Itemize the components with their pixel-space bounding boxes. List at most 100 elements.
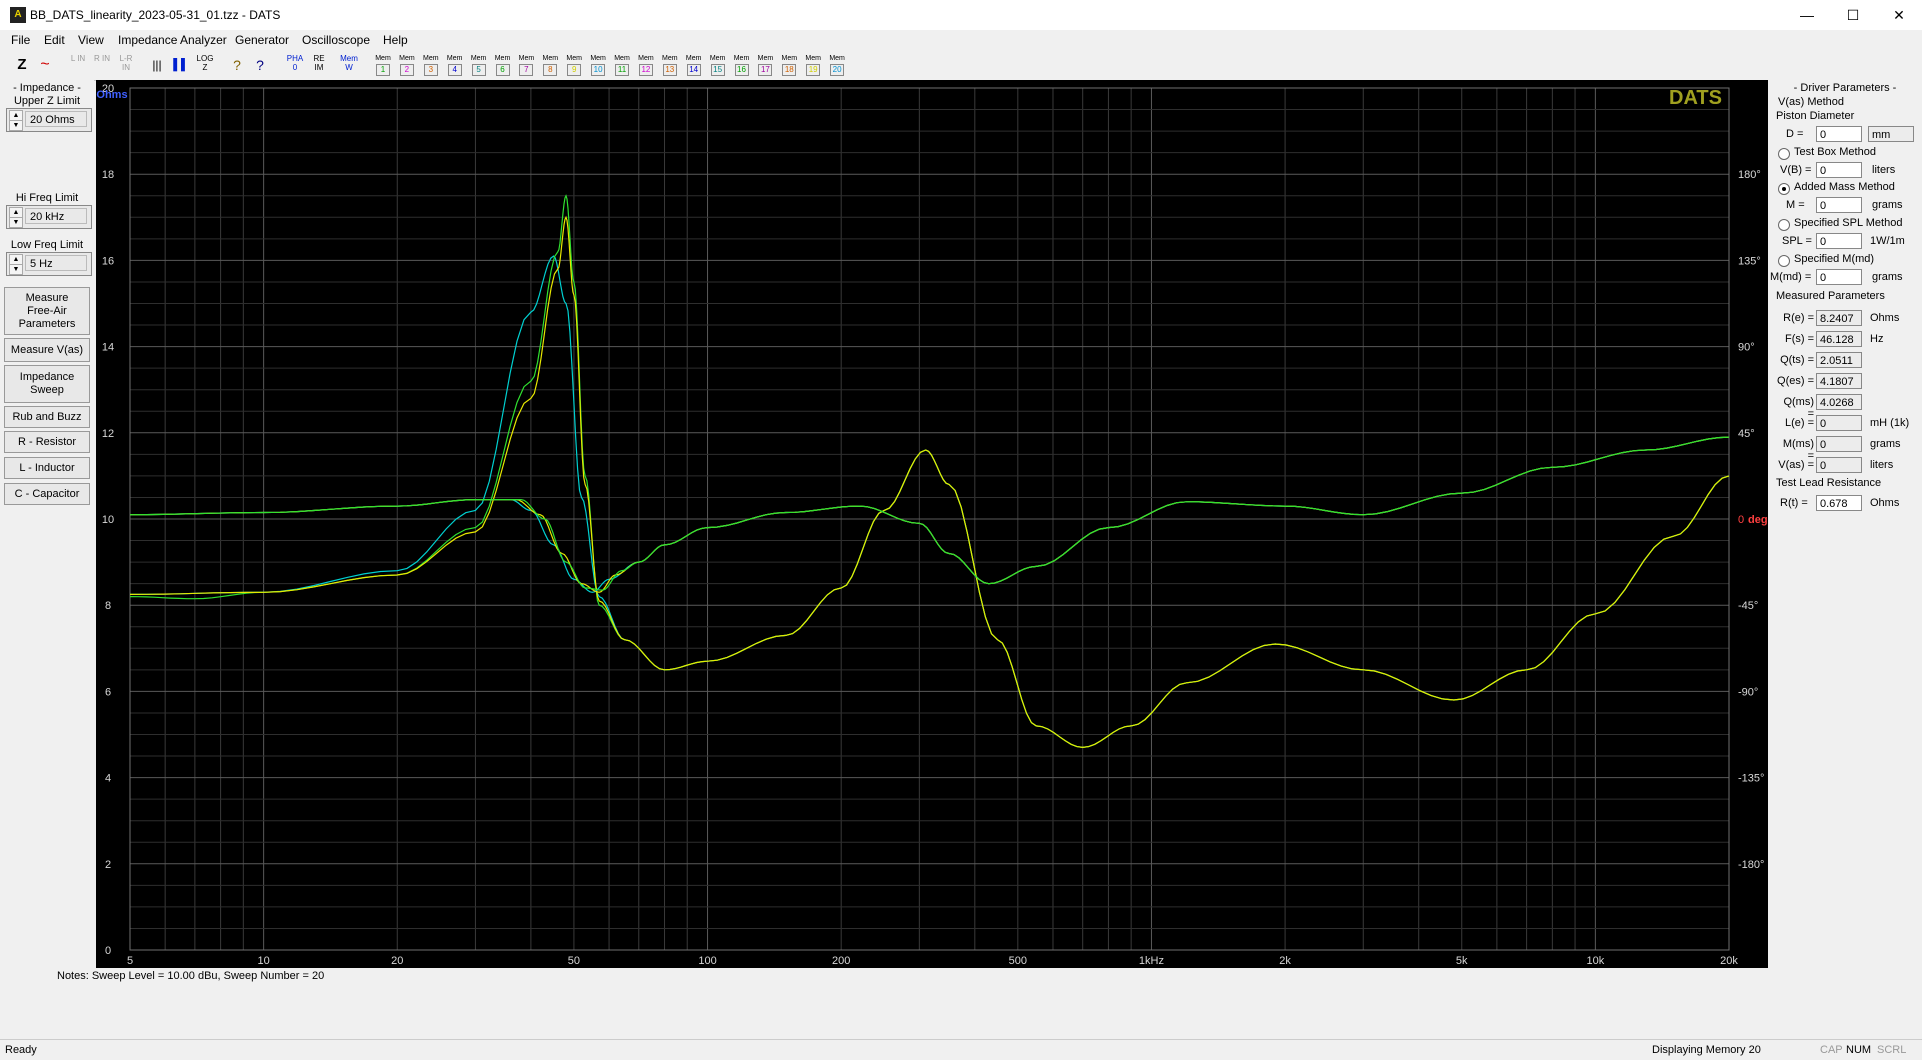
y-tick-label: 14 [102, 342, 114, 354]
inductor-button[interactable]: L - Inductor [4, 457, 90, 479]
status-memory: Displaying Memory 20 [1652, 1044, 1761, 1056]
memory-label: Mem [685, 55, 702, 62]
log-z-button[interactable]: LOG Z [196, 54, 214, 76]
memory-15-button[interactable]: Mem 15 [707, 54, 729, 78]
memory-6-button[interactable]: Mem 6 [492, 54, 514, 78]
mmd-input[interactable]: 0 [1816, 269, 1862, 285]
spl-input[interactable]: 0 [1816, 233, 1862, 249]
spin-down-icon[interactable]: ▼ [9, 120, 23, 131]
memory-12-button[interactable]: Mem 12 [635, 54, 657, 78]
rt-label: R(t) = [1780, 497, 1808, 509]
x-tick-label: 10 [258, 955, 270, 967]
notes-text: Notes: Sweep Level = 10.00 dBu, Sweep Nu… [57, 970, 325, 982]
measure-free-air-button[interactable]: Measure Free-Air Parameters [4, 287, 90, 335]
memory-7-button[interactable]: Mem 7 [515, 54, 537, 78]
help-icon[interactable]: ? [230, 54, 244, 76]
x-tick-label: 5k [1456, 955, 1468, 967]
d-label: D = [1786, 128, 1804, 140]
waveform-button[interactable]: ~ [34, 54, 56, 76]
measure-vas-button[interactable]: Measure V(as) [4, 338, 90, 362]
chart-svg: 5 10 20 50 100 200 500 1kHz 2k 5k 10k 20k 0 2 4 6 8 10 12 1… [96, 83, 1767, 967]
added-mass-radio[interactable] [1778, 183, 1790, 195]
d-input[interactable]: 0 [1816, 126, 1862, 142]
memory-number: 16 [734, 64, 749, 76]
close-button[interactable]: ✕ [1876, 0, 1922, 30]
menu-help[interactable]: Help [383, 33, 408, 47]
dats-watermark: DATS [1669, 87, 1722, 109]
memory-14-button[interactable]: Mem 14 [683, 54, 705, 78]
menu-file[interactable]: File [11, 33, 30, 47]
y-right-tick-label: -90° [1738, 686, 1758, 698]
memory-19-button[interactable]: Mem 19 [802, 54, 824, 78]
mem-write-button[interactable]: Mem W [340, 54, 358, 76]
capacitor-button[interactable]: C - Capacitor [4, 483, 90, 505]
impedance-sweep-button[interactable]: Impedance Sweep [4, 365, 90, 403]
memory-2-button[interactable]: Mem 2 [396, 54, 418, 78]
lr-input-button[interactable]: L-R IN [116, 54, 136, 76]
right-input-button[interactable]: R IN [94, 54, 110, 76]
memory-11-button[interactable]: Mem 11 [611, 54, 633, 78]
memory-number: 15 [710, 64, 725, 76]
rt-input[interactable]: 0.678 [1816, 495, 1862, 511]
memory-17-button[interactable]: Mem 17 [754, 54, 776, 78]
context-help-icon[interactable]: ? [252, 54, 268, 76]
hi-freq-input[interactable]: 20 kHz [25, 208, 87, 224]
menu-view[interactable]: View [78, 33, 104, 47]
memory-20-button[interactable]: Mem 20 [826, 54, 848, 78]
menu-impedance-analyzer[interactable]: Impedance Analyzer [118, 33, 227, 47]
menu-bar: File Edit View Impedance Analyzer Genera… [0, 30, 1922, 50]
low-freq-input[interactable]: 5 Hz [25, 255, 87, 271]
test-box-radio[interactable] [1778, 148, 1790, 160]
phase-button[interactable]: PHA 0 [286, 54, 304, 76]
specified-spl-radio[interactable] [1778, 219, 1790, 231]
m-input[interactable]: 0 [1816, 197, 1862, 213]
param-unit: Ohms [1870, 312, 1900, 324]
memory-8-button[interactable]: Mem 8 [539, 54, 561, 78]
spin-down-icon[interactable]: ▼ [9, 217, 23, 228]
re-im-button[interactable]: RE IM [310, 54, 328, 76]
mmd-unit: grams [1872, 271, 1903, 283]
spin-down-icon[interactable]: ▼ [9, 264, 23, 275]
memory-label: Mem [829, 55, 845, 62]
x-tick-label: 50 [568, 955, 580, 967]
maximize-button[interactable]: ☐ [1830, 0, 1876, 30]
y-tick-label: 2 [105, 859, 111, 871]
upper-z-spinner: ▲ ▼ 20 Ohms [6, 108, 92, 132]
rub-and-buzz-button[interactable]: Rub and Buzz [4, 406, 90, 428]
specified-mmd-radio[interactable] [1778, 255, 1790, 267]
toolbar: Z ~ L IN R IN L-R IN ||| ▌▌ LOG Z ? ? PH… [0, 50, 1922, 81]
memory-1-button[interactable]: Mem 1 [372, 54, 394, 78]
memory-16-button[interactable]: Mem 16 [731, 54, 753, 78]
memory-18-button[interactable]: Mem 18 [778, 54, 800, 78]
memory-3-button[interactable]: Mem 3 [420, 54, 442, 78]
memory-number: 13 [662, 64, 677, 76]
memory-4-button[interactable]: Mem 4 [444, 54, 466, 78]
memory-5-button[interactable]: Mem 5 [468, 54, 490, 78]
vb-input[interactable]: 0 [1816, 162, 1862, 178]
memory-9-button[interactable]: Mem 9 [563, 54, 585, 78]
minimize-button[interactable]: — [1784, 0, 1830, 30]
memory-10-button[interactable]: Mem 10 [587, 54, 609, 78]
left-input-button[interactable]: L IN [70, 54, 86, 76]
param-label: Q(es) = [1777, 375, 1814, 387]
param-label: F(s) = [1784, 333, 1814, 345]
memory-number: 20 [830, 64, 845, 76]
bar-graph-button[interactable]: ▌▌ [172, 54, 190, 76]
y-tick-label: 0 [105, 945, 111, 957]
y-right-tick-label: 0 [1738, 514, 1744, 526]
upper-z-input[interactable]: 20 Ohms [25, 111, 87, 127]
menu-oscilloscope[interactable]: Oscilloscope [302, 33, 370, 47]
impedance-mode-button[interactable]: Z [13, 54, 31, 76]
memory-13-button[interactable]: Mem 13 [659, 54, 681, 78]
param-value: 0 [1816, 436, 1862, 452]
menu-generator[interactable]: Generator [235, 33, 289, 47]
x-tick-label: 20 [391, 955, 403, 967]
y-tick-label: 12 [102, 428, 114, 440]
resistor-button[interactable]: R - Resistor [4, 431, 90, 453]
impedance-plot[interactable]: 5 10 20 50 100 200 500 1kHz 2k 5k 10k 20k 0 2 4 6 8 10 12 1… [96, 80, 1768, 968]
memory-label: Mem [733, 55, 750, 62]
menu-edit[interactable]: Edit [44, 33, 65, 47]
y-right-tick-label: 135° [1738, 255, 1761, 267]
y-right-tick-label: -135° [1738, 773, 1764, 785]
grid-button[interactable]: ||| [148, 54, 166, 76]
